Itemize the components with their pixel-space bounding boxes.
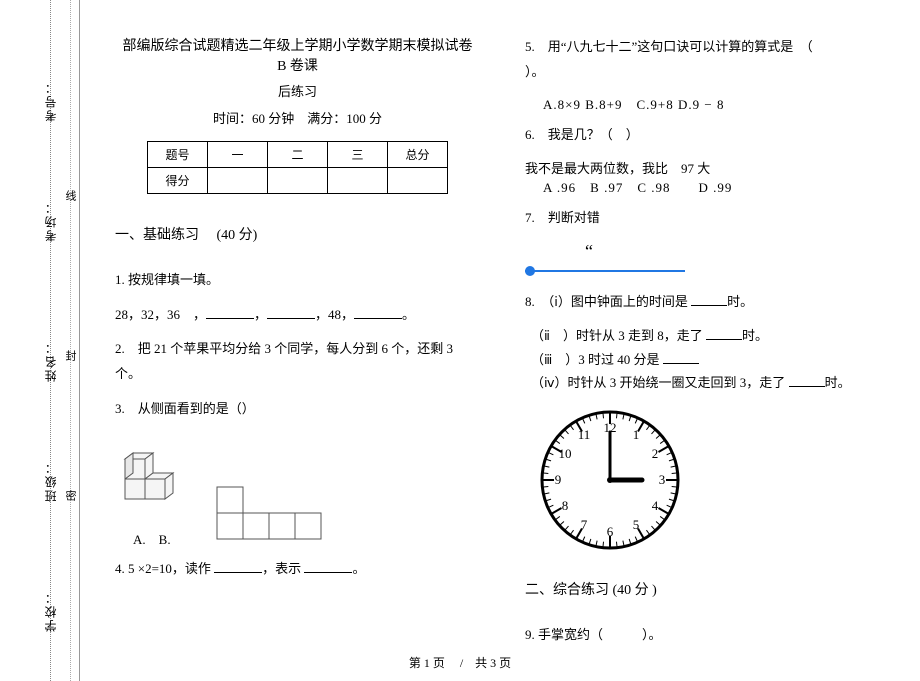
blank-input[interactable] — [354, 305, 402, 319]
q1-seq-end: 。 — [402, 307, 415, 322]
binding-mark-seal: 封 — [62, 350, 78, 361]
q4-prefix: 4. 5 ×2=10，读作 — [115, 561, 211, 576]
binding-strip: 考号： 线 考场： 姓名： 封 班级： 密 学校： — [0, 0, 80, 681]
table-row: 得分 — [148, 168, 448, 194]
cubes-figure: A. B. — [115, 431, 480, 551]
q4-end: 。 — [352, 561, 365, 576]
svg-text:3: 3 — [659, 472, 666, 487]
svg-text:10: 10 — [558, 446, 571, 461]
score-table: 题号 一 二 三 总分 得分 — [147, 141, 448, 194]
q8-3: （ⅲ ）3 时过 40 分是 — [531, 352, 660, 367]
blank-input[interactable] — [706, 326, 742, 340]
q8-line1: 8. （ⅰ）图中钟面上的时间是 时。 — [525, 290, 890, 315]
q5-opts: A.8×9 B.8+9 C.9+8 D.9 − 8 — [543, 94, 890, 113]
blank-input[interactable] — [789, 373, 825, 387]
q1-seq-mid2: ，48， — [315, 307, 354, 322]
content-area: 部编版综合试题精选二年级上学期小学数学期末模拟试卷 B 卷课 后练习 时间：60… — [90, 0, 910, 681]
svg-text:9: 9 — [555, 472, 562, 487]
q6-text: 6. 我是几？（ ） — [525, 123, 890, 148]
binding-label-school: 学校： — [42, 590, 59, 632]
q8-4a: （ⅳ）时针从 3 开始绕一圈又走回到 3，走了 — [531, 375, 785, 390]
th-total: 总分 — [388, 142, 448, 168]
q4: 4. 5 ×2=10，读作 ，表示 。 — [115, 557, 480, 582]
q3-options: A. B. — [133, 529, 171, 548]
q3-text: 3. 从侧面看到的是（） — [115, 397, 480, 422]
q1-text: 按规律填一填。 — [128, 272, 219, 287]
blank-input[interactable] — [691, 292, 727, 306]
exam-title: 部编版综合试题精选二年级上学期小学数学期末模拟试卷 B 卷课 — [115, 35, 480, 75]
td-score-label: 得分 — [148, 168, 208, 194]
binding-dots-outer — [70, 0, 71, 681]
slider-bar-icon — [525, 270, 685, 272]
th-2: 二 — [268, 142, 328, 168]
time-info: 时间：60 分钟 满分：100 分 — [115, 108, 480, 127]
full-value: 100 分 — [346, 111, 382, 126]
q6-line2: 我不是最大两位数，我比 97 大 — [525, 158, 890, 177]
q7-text: 7. 判断对错 — [525, 206, 890, 231]
q8-1a: 8. （ⅰ）图中钟面上的时间是 — [525, 294, 688, 309]
q7-quote: “ — [585, 241, 890, 262]
svg-text:5: 5 — [633, 517, 640, 532]
svg-text:1: 1 — [633, 427, 640, 442]
td-score-3 — [328, 168, 388, 194]
th-3: 三 — [328, 142, 388, 168]
section2-heading: 二、综合练习 (40 分 ) — [525, 579, 890, 599]
binding-label-examid: 考号： — [42, 80, 59, 122]
blank-input[interactable] — [206, 305, 254, 319]
td-score-2 — [268, 168, 328, 194]
binding-label-room: 考场： — [42, 200, 59, 242]
q4-mid: ，表示 — [262, 561, 301, 576]
slider-dot-icon — [525, 266, 535, 276]
th-num: 题号 — [148, 142, 208, 168]
q8-2a: （ⅱ ）时针从 3 走到 8，走了 — [531, 328, 703, 343]
clock-icon: 123456789101112 — [535, 405, 685, 555]
binding-mark-secret: 密 — [62, 490, 78, 501]
svg-text:2: 2 — [652, 446, 659, 461]
page-footer: 第 1 页 / 共 3 页 — [0, 654, 920, 671]
q5-text: 5. 用“八九七十二”这句口诀可以计算的算式是 （ — [525, 39, 813, 54]
td-score-1 — [208, 168, 268, 194]
td-score-total — [388, 168, 448, 194]
q5-paren: ）。 — [525, 64, 545, 79]
clock-figure: 123456789101112 — [535, 405, 890, 559]
svg-text:4: 4 — [652, 498, 659, 513]
svg-text:6: 6 — [607, 524, 614, 539]
blank-input[interactable] — [304, 559, 352, 573]
cube-figure-b-icon — [215, 481, 375, 551]
q2-text: 2. 把 21 个苹果平均分给 3 个同学，每人分到 6 个，还剩 3 个。 — [115, 337, 480, 386]
q6-opts: A .96 B .97 C .98 D .99 — [543, 177, 890, 196]
time-value: 60 分钟 — [252, 111, 294, 126]
svg-text:7: 7 — [581, 517, 588, 532]
binding-label-class: 班级： — [42, 460, 59, 502]
section1-heading: 一、基础练习 (40 分) — [115, 224, 480, 244]
blank-input[interactable] — [663, 350, 699, 364]
q8-2b: 时。 — [742, 328, 768, 343]
q8-rest: （ⅱ ）时针从 3 走到 8，走了 时。 （ⅲ ）3 时过 40 分是 （ⅳ）时… — [531, 324, 890, 394]
time-label: 时间： — [213, 111, 252, 126]
q1: 1. 按规律填一填。 — [115, 268, 480, 293]
right-column: 5. 用“八九七十二”这句口诀可以计算的算式是 （ ）。 A.8×9 B.8+9 … — [500, 0, 910, 681]
svg-text:8: 8 — [562, 498, 569, 513]
left-column: 部编版综合试题精选二年级上学期小学数学期末模拟试卷 B 卷课 后练习 时间：60… — [90, 0, 500, 681]
q1-num: 1. — [115, 272, 125, 287]
binding-mark-line: 线 — [62, 190, 78, 201]
cube-figure-a-icon — [115, 435, 195, 515]
th-1: 一 — [208, 142, 268, 168]
q1-seq-prefix: 28，32，36 ， — [115, 307, 206, 322]
q1-seq-mid: ， — [254, 307, 267, 322]
q3-opt-a: A. — [133, 532, 146, 547]
q8-1b: 时。 — [727, 294, 753, 309]
full-label: 满分： — [307, 111, 346, 126]
q1-seq: 28，32，36 ， ， ，48， 。 — [115, 303, 480, 328]
exam-subtitle: 后练习 — [115, 81, 480, 100]
blank-input[interactable] — [214, 559, 262, 573]
svg-text:11: 11 — [578, 427, 591, 442]
table-row: 题号 一 二 三 总分 — [148, 142, 448, 168]
binding-label-name: 姓名： — [42, 340, 59, 382]
q9-text: 9. 手掌宽约（ ）。 — [525, 623, 890, 648]
q8-4b: 时。 — [825, 375, 851, 390]
blank-input[interactable] — [267, 305, 315, 319]
q3-opt-b: B. — [159, 532, 171, 547]
q5: 5. 用“八九七十二”这句口诀可以计算的算式是 （ ）。 — [525, 35, 890, 84]
